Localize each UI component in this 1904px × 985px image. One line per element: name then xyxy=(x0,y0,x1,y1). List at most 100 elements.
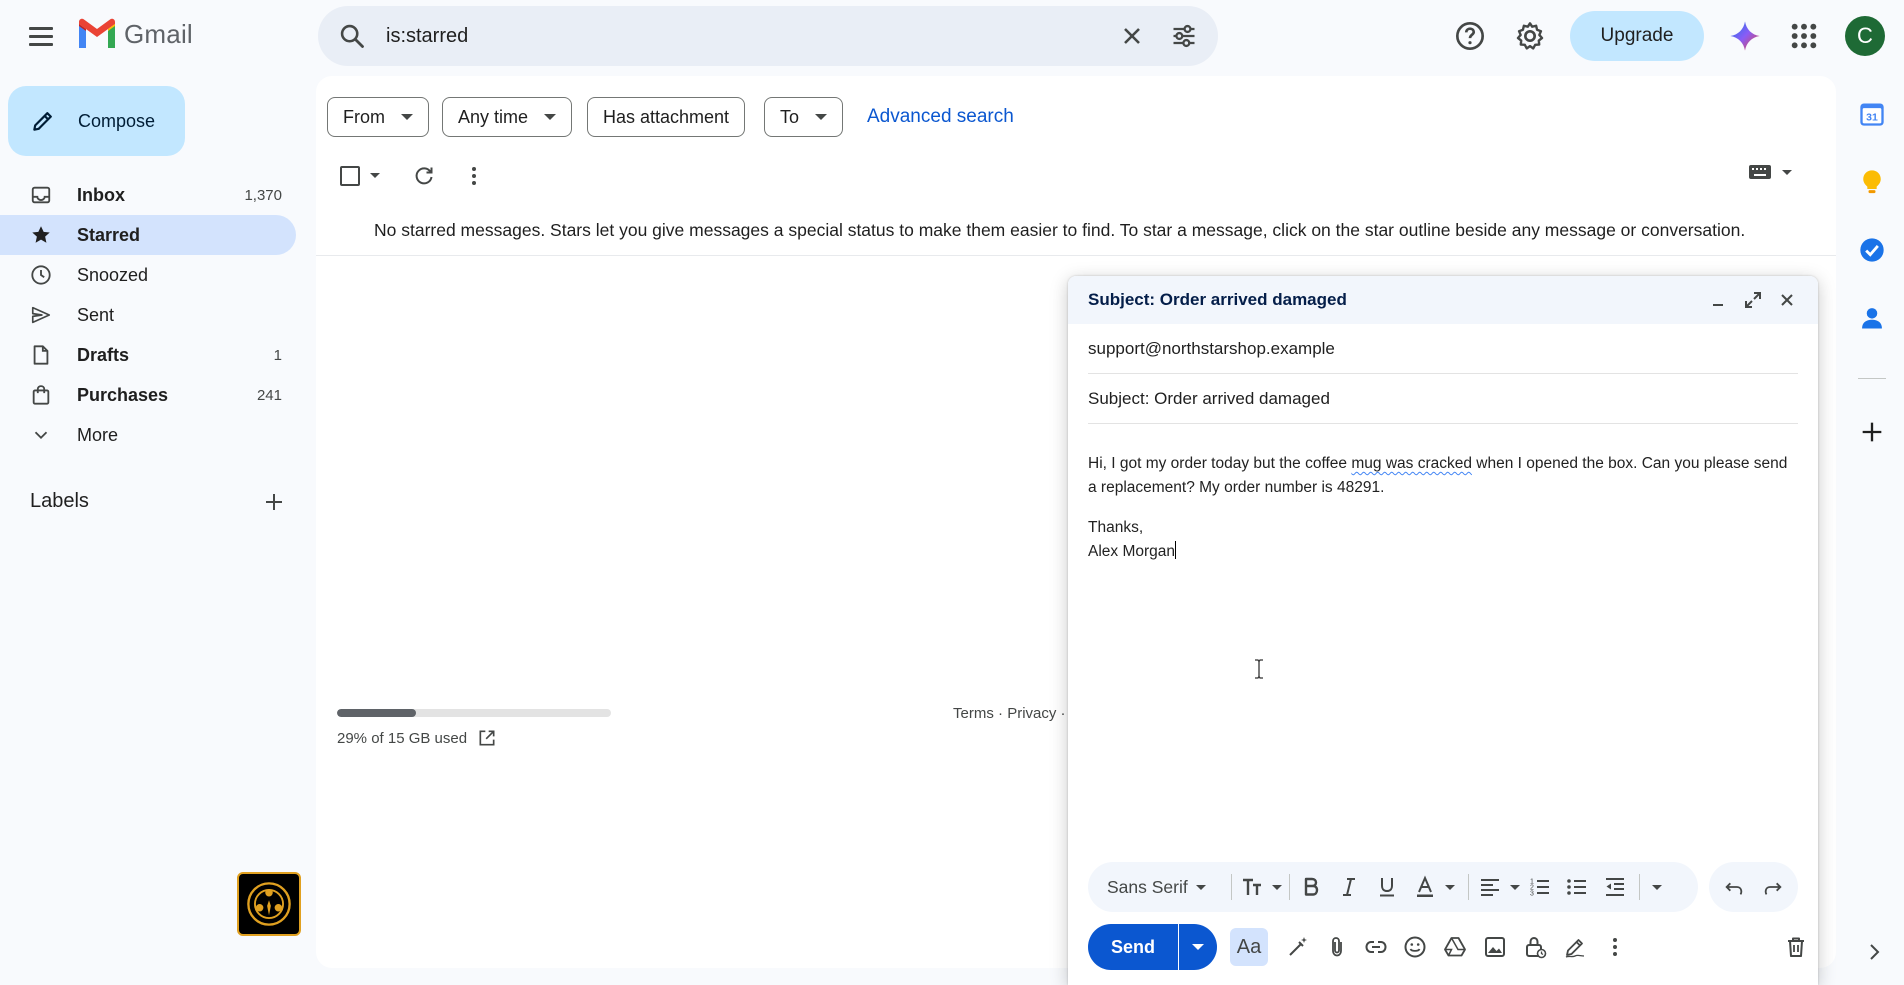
search-bar[interactable]: is:starred xyxy=(318,6,1218,66)
text-color-icon xyxy=(1417,875,1433,897)
italic-button[interactable] xyxy=(1337,875,1361,899)
insert-photo-icon[interactable] xyxy=(1483,935,1507,959)
bold-button[interactable] xyxy=(1299,875,1323,899)
sidebar-item-purchases[interactable]: Purchases 241 xyxy=(0,375,296,415)
search-options-icon[interactable] xyxy=(1170,22,1198,50)
discard-trash-icon[interactable] xyxy=(1784,935,1808,959)
magic-pen-icon[interactable] xyxy=(1286,935,1310,959)
compose-header[interactable]: Subject: Order arrived damaged xyxy=(1068,276,1818,324)
filter-from-chip[interactable]: From xyxy=(327,97,429,137)
side-panel-divider xyxy=(1858,378,1886,379)
contacts-person-icon[interactable] xyxy=(1858,304,1886,332)
shopping-bag-icon xyxy=(32,385,50,405)
more-vertical-icon[interactable] xyxy=(462,164,486,188)
confidential-mode-icon[interactable] xyxy=(1523,935,1547,959)
clear-search-icon[interactable] xyxy=(1118,22,1146,50)
chip-label: To xyxy=(780,106,800,127)
sidebar-item-drafts[interactable]: Drafts 1 xyxy=(0,335,296,375)
privacy-link[interactable]: Privacy xyxy=(1007,705,1056,722)
filter-to-chip[interactable]: To xyxy=(764,97,844,137)
font-family-select[interactable]: Sans Serif xyxy=(1107,875,1206,899)
body-signoff: Thanks, xyxy=(1088,519,1144,536)
terms-link[interactable]: Terms xyxy=(953,705,994,722)
sidebar-item-snoozed[interactable]: Snoozed xyxy=(0,255,296,295)
search-icon[interactable] xyxy=(338,22,366,50)
refresh-icon[interactable] xyxy=(412,164,436,188)
input-tools-toggle[interactable] xyxy=(1748,164,1792,180)
expand-fullscreen-icon[interactable] xyxy=(1741,288,1765,312)
select-all-checkbox[interactable] xyxy=(340,166,360,186)
chevron-down-icon xyxy=(1445,884,1455,890)
minimize-icon[interactable] xyxy=(1706,288,1730,312)
underline-button[interactable] xyxy=(1375,875,1399,899)
chip-label: Has attachment xyxy=(603,106,730,127)
filter-any-time-chip[interactable]: Any time xyxy=(442,97,573,137)
spellcheck-flagged-text[interactable]: mug was cracked xyxy=(1351,455,1472,472)
toolbar-separator xyxy=(1231,874,1232,900)
chevron-down-icon xyxy=(1652,884,1662,890)
keyboard-icon xyxy=(1749,165,1771,179)
text-cursor xyxy=(1175,541,1177,559)
font-size-select[interactable] xyxy=(1240,875,1282,899)
main-menu-icon[interactable] xyxy=(21,16,61,56)
sidebar-item-label: Purchases xyxy=(77,384,169,405)
pencil-icon xyxy=(33,112,52,131)
signature-pen-icon[interactable] xyxy=(1563,935,1587,959)
more-options-vertical-icon[interactable] xyxy=(1603,935,1627,959)
add-app-plus-icon[interactable] xyxy=(1858,418,1886,446)
help-icon[interactable] xyxy=(1454,20,1486,52)
sidebar-item-starred[interactable]: Starred xyxy=(0,215,296,255)
chip-label: Any time xyxy=(458,106,529,127)
filter-has-attachment-chip[interactable]: Has attachment xyxy=(587,97,746,137)
subject-field[interactable]: Subject: Order arrived damaged xyxy=(1088,374,1798,424)
close-icon[interactable] xyxy=(1775,288,1799,312)
google-drive-icon[interactable] xyxy=(1443,935,1467,959)
redo-button[interactable] xyxy=(1762,875,1784,899)
chevron-right-icon[interactable] xyxy=(1862,940,1886,964)
chevron-down-icon xyxy=(1192,944,1204,950)
attach-paperclip-icon[interactable] xyxy=(1325,935,1349,959)
sidebar-item-count: 241 xyxy=(256,386,282,404)
labels-heading: Labels xyxy=(30,490,89,512)
apps-grid-icon[interactable] xyxy=(1788,20,1820,52)
settings-gear-icon[interactable] xyxy=(1514,20,1546,52)
sidebar-item-label: Inbox xyxy=(77,184,125,205)
calendar-icon[interactable]: 31 xyxy=(1858,100,1886,128)
keep-bulb-icon[interactable] xyxy=(1858,168,1886,196)
advanced-search-link[interactable]: Advanced search xyxy=(867,106,1014,128)
select-menu-chevron-icon[interactable] xyxy=(370,173,380,178)
sidebar-nav: Inbox 1,370 Starred Snoozed Sent Drafts … xyxy=(0,175,296,455)
align-select[interactable] xyxy=(1478,875,1520,899)
send-button[interactable]: Send xyxy=(1088,924,1178,970)
search-input[interactable]: is:starred xyxy=(386,6,468,66)
message-body-editor[interactable]: Hi, I got my order today but the coffee … xyxy=(1088,452,1798,564)
open-in-new-icon[interactable] xyxy=(477,728,497,748)
indent-less-icon xyxy=(1606,878,1624,896)
add-label-icon[interactable] xyxy=(262,490,286,514)
emoji-icon[interactable] xyxy=(1403,935,1427,959)
formatting-options-button[interactable]: Aa xyxy=(1230,928,1268,966)
compose-button[interactable]: Compose xyxy=(8,86,185,156)
bulleted-list-button[interactable] xyxy=(1565,875,1589,899)
sidebar-item-more[interactable]: More xyxy=(0,415,296,455)
upgrade-button[interactable]: Upgrade xyxy=(1570,11,1704,61)
text-color-select[interactable] xyxy=(1413,875,1455,899)
tasks-check-icon[interactable] xyxy=(1858,236,1886,264)
inbox-icon xyxy=(31,186,51,204)
gmail-logo[interactable]: Gmail xyxy=(76,18,193,50)
indent-less-button[interactable] xyxy=(1603,875,1627,899)
to-recipients-field[interactable]: support@northstarshop.example xyxy=(1088,324,1798,374)
account-avatar[interactable]: C xyxy=(1845,16,1885,56)
clock-icon xyxy=(31,265,51,285)
body-text: Hi, I got my order today but the coffee xyxy=(1088,455,1352,472)
insert-link-icon[interactable] xyxy=(1364,935,1388,959)
numbered-list-button[interactable]: 123 xyxy=(1528,875,1552,899)
schedule-send-dropdown[interactable] xyxy=(1179,924,1217,970)
gemini-sparkle-icon[interactable] xyxy=(1729,20,1761,52)
more-formatting-chevron[interactable] xyxy=(1652,875,1662,899)
undo-button[interactable] xyxy=(1723,875,1745,899)
sidebar-item-sent[interactable]: Sent xyxy=(0,295,296,335)
sidebar-item-inbox[interactable]: Inbox 1,370 xyxy=(0,175,296,215)
storage-meter-fill xyxy=(337,709,417,717)
extension-badge-icon[interactable] xyxy=(237,872,301,936)
